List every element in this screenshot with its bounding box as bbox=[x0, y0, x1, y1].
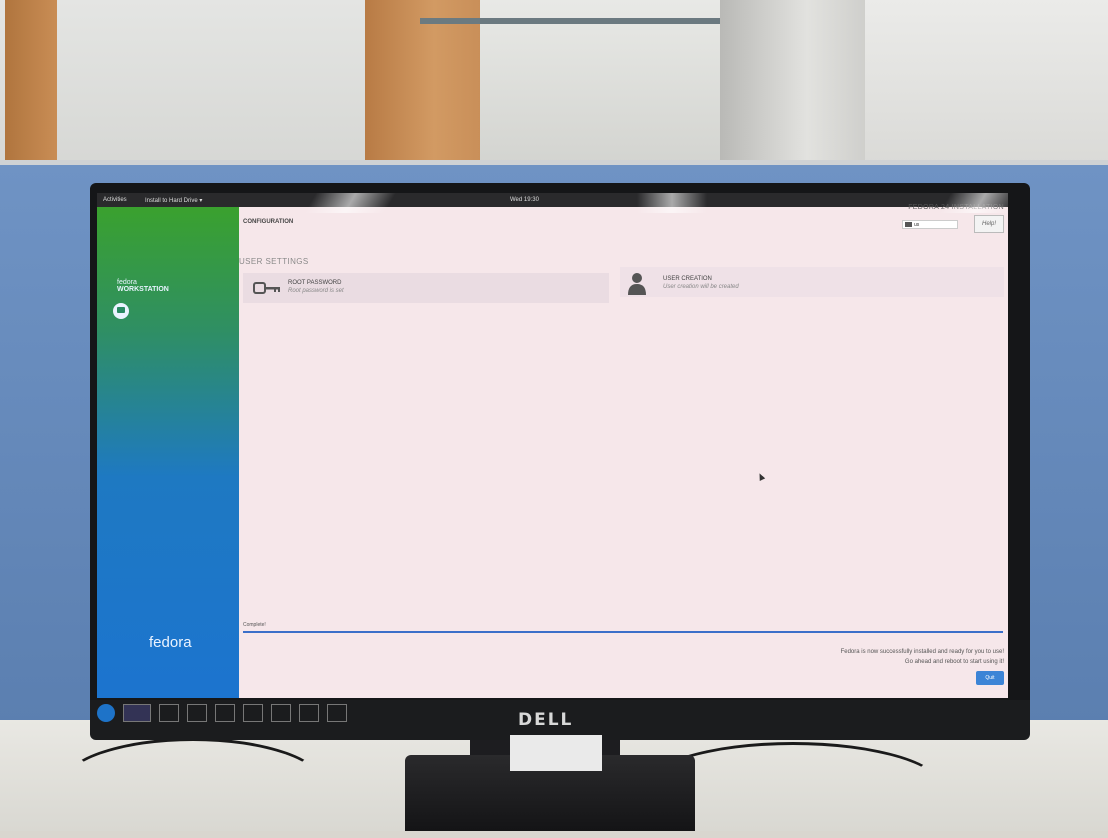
cert-badge-icon bbox=[327, 704, 347, 722]
wood-door bbox=[365, 0, 480, 165]
keyboard-layout-indicator[interactable]: us bbox=[902, 220, 958, 229]
page-title: CONFIGURATION bbox=[243, 219, 294, 225]
mouse-cursor-icon bbox=[756, 472, 766, 481]
globe-badge-icon bbox=[299, 704, 319, 722]
screen-glare bbox=[304, 193, 400, 213]
keyboard-layout-label: us bbox=[914, 221, 920, 228]
ceiling-trim bbox=[420, 18, 720, 24]
office-wall-right bbox=[865, 0, 1108, 165]
keyboard-icon bbox=[905, 222, 912, 227]
monitor-badges bbox=[97, 704, 347, 722]
app-menu[interactable]: Install to Hard Drive ▾ bbox=[145, 197, 202, 204]
user-creation-title: USER CREATION bbox=[663, 276, 712, 282]
fedora-small-label: fedora bbox=[117, 279, 137, 286]
root-password-spoke[interactable]: ROOT PASSWORD Root password is set bbox=[243, 273, 609, 303]
fedora-workstation-logo: fedora WORKSTATION bbox=[117, 279, 169, 293]
office-pillar bbox=[720, 0, 865, 165]
clock[interactable]: Wed 19:30 bbox=[510, 197, 539, 203]
hd-badge-icon bbox=[271, 704, 291, 722]
edition-label: WORKSTATION bbox=[117, 286, 169, 293]
help-button[interactable]: Help! bbox=[974, 215, 1004, 233]
size-badge-icon bbox=[159, 704, 179, 722]
office-wall-middle bbox=[480, 0, 720, 165]
completion-message: Fedora is now successfully installed and… bbox=[841, 647, 1004, 667]
user-creation-status: User creation will be created bbox=[663, 284, 739, 290]
gnome-top-bar: Activities Install to Hard Drive ▾ Wed 1… bbox=[97, 193, 1008, 207]
completion-message-line1: Fedora is now successfully installed and… bbox=[840, 649, 1004, 655]
energy-badge-icon bbox=[123, 704, 151, 722]
cable bbox=[60, 738, 326, 834]
user-settings-heading: USER SETTINGS bbox=[239, 257, 309, 266]
dell-badge-icon bbox=[97, 704, 115, 722]
workstation-icon bbox=[113, 303, 129, 319]
root-password-title: ROOT PASSWORD bbox=[288, 280, 342, 286]
installer-screen: Activities Install to Hard Drive ▾ Wed 1… bbox=[97, 193, 1008, 698]
ports-badge-icon bbox=[187, 704, 207, 722]
user-creation-spoke[interactable]: USER CREATION User creation will be crea… bbox=[620, 267, 1004, 297]
user-icon bbox=[628, 273, 646, 295]
screen-glare bbox=[939, 193, 1008, 213]
key-icon bbox=[253, 282, 280, 294]
fedora-wordmark: fedora bbox=[149, 634, 192, 651]
installer-sidebar: fedora WORKSTATION fedora bbox=[97, 207, 239, 698]
root-password-status: Root password is set bbox=[288, 288, 344, 294]
wood-panel bbox=[5, 0, 57, 170]
progress-bar bbox=[243, 631, 1003, 633]
dell-logo: DELL bbox=[518, 710, 574, 730]
screen-glare bbox=[637, 193, 707, 213]
activities-button[interactable]: Activities bbox=[103, 197, 127, 203]
angle-badge-icon bbox=[243, 704, 263, 722]
progress-status: Complete! bbox=[243, 622, 266, 628]
quit-button[interactable]: Quit bbox=[976, 671, 1004, 685]
completion-message-line2: Go ahead and reboot to start using it! bbox=[904, 659, 1004, 665]
asset-sticker bbox=[510, 735, 602, 771]
led-badge-icon bbox=[215, 704, 235, 722]
